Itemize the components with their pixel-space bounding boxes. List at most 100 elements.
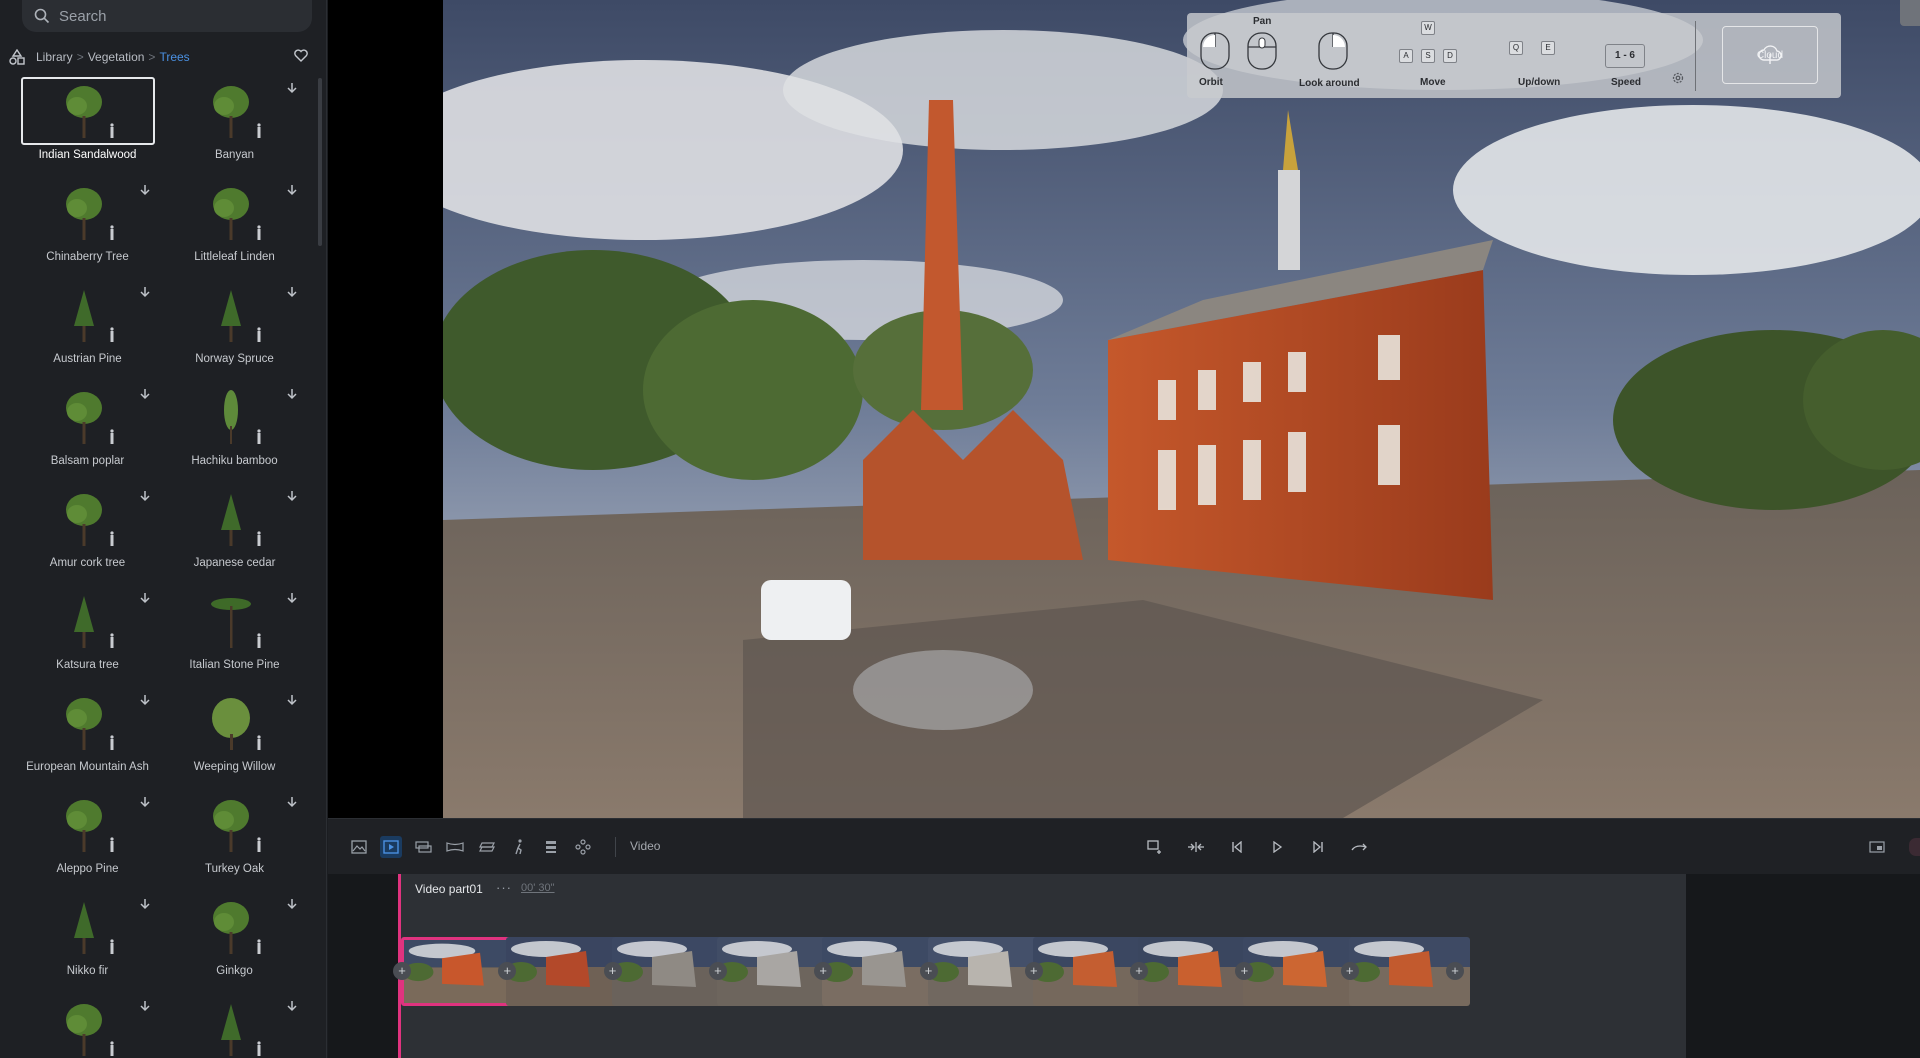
- asset-thumbnail[interactable]: [168, 995, 302, 1058]
- image-mode-button[interactable]: [348, 836, 370, 858]
- settings-gear-icon[interactable]: [1671, 71, 1685, 85]
- download-icon[interactable]: [286, 897, 298, 915]
- download-icon[interactable]: [139, 795, 151, 813]
- asset-thumbnail[interactable]: [21, 485, 155, 553]
- animation-mode-button[interactable]: [412, 836, 434, 858]
- stack-mode-button[interactable]: [476, 836, 498, 858]
- video-mode-button[interactable]: [380, 836, 402, 858]
- skip-back-button[interactable]: [1226, 836, 1248, 858]
- speed-value[interactable]: 1 - 6: [1605, 44, 1645, 68]
- asset-thumbnail[interactable]: [21, 281, 155, 349]
- asset-item[interactable]: Turkey Oak: [165, 791, 304, 893]
- asset-item[interactable]: Littleleaf Linden: [165, 179, 304, 281]
- download-icon[interactable]: [286, 999, 298, 1017]
- asset-item[interactable]: Japanese cedar: [165, 485, 304, 587]
- asset-thumbnail[interactable]: [168, 893, 302, 961]
- clip-duration[interactable]: 00' 30": [521, 882, 555, 894]
- download-icon[interactable]: [139, 183, 151, 201]
- library-icon[interactable]: [8, 49, 26, 65]
- asset-thumbnail[interactable]: [20, 77, 155, 145]
- record-button[interactable]: [1909, 838, 1920, 856]
- asset-item[interactable]: Ginkgo: [165, 893, 304, 995]
- asset-thumbnail[interactable]: [168, 179, 302, 247]
- 3d-viewport[interactable]: Orbit Pan Look around W A S D Move Q E U…: [328, 0, 1920, 818]
- asset-item[interactable]: Austrian Pine: [18, 281, 157, 383]
- asset-item[interactable]: Aleppo Pine: [18, 791, 157, 893]
- download-icon[interactable]: [286, 183, 298, 201]
- asset-thumbnail[interactable]: [21, 791, 155, 859]
- panorama-mode-button[interactable]: [444, 836, 466, 858]
- clip-more-menu[interactable]: ···: [496, 880, 512, 895]
- download-icon[interactable]: [139, 897, 151, 915]
- search-input[interactable]: [59, 7, 279, 25]
- asset-thumbnail[interactable]: [168, 689, 302, 757]
- download-icon[interactable]: [286, 591, 298, 609]
- breadcrumb-vegetation[interactable]: Vegetation: [88, 50, 145, 64]
- add-keyframe-button[interactable]: +: [393, 962, 411, 980]
- add-keyframe-button[interactable]: +: [919, 962, 938, 980]
- download-icon[interactable]: [139, 591, 151, 609]
- download-icon[interactable]: [286, 387, 298, 405]
- download-icon[interactable]: [286, 489, 298, 507]
- download-icon[interactable]: [286, 795, 298, 813]
- download-icon[interactable]: [139, 489, 151, 507]
- asset-item[interactable]: Amur cork tree: [18, 485, 157, 587]
- asset-thumbnail[interactable]: [168, 383, 302, 451]
- asset-thumbnail[interactable]: [21, 689, 155, 757]
- asset-thumbnail[interactable]: [168, 485, 302, 553]
- asset-item[interactable]: [165, 995, 304, 1058]
- picture-in-picture-button[interactable]: [1866, 836, 1888, 858]
- loop-button[interactable]: [1349, 836, 1371, 858]
- play-button[interactable]: [1266, 836, 1288, 858]
- asset-thumbnail[interactable]: [21, 587, 155, 655]
- asset-thumbnail[interactable]: [21, 179, 155, 247]
- asset-thumbnail[interactable]: [168, 281, 302, 349]
- add-keyframe-button[interactable]: +: [1340, 962, 1359, 980]
- add-keyframe-button[interactable]: +: [1024, 962, 1043, 980]
- add-camera-button[interactable]: [1144, 836, 1166, 858]
- clip-title[interactable]: Video part01: [415, 882, 483, 896]
- add-keyframe-button[interactable]: +: [603, 962, 622, 980]
- network-mode-button[interactable]: [572, 836, 594, 858]
- asset-item[interactable]: Norway Spruce: [165, 281, 304, 383]
- asset-item[interactable]: Balsam poplar: [18, 383, 157, 485]
- search-box[interactable]: [22, 0, 312, 32]
- list-mode-button[interactable]: [540, 836, 562, 858]
- asset-thumbnail[interactable]: [21, 893, 155, 961]
- asset-item[interactable]: Weeping Willow: [165, 689, 304, 791]
- download-icon[interactable]: [139, 999, 151, 1017]
- breadcrumb-library[interactable]: Library: [36, 50, 73, 64]
- download-icon[interactable]: [286, 81, 298, 99]
- download-icon[interactable]: [286, 693, 298, 711]
- favorite-heart-icon[interactable]: [294, 49, 308, 62]
- download-icon[interactable]: [286, 285, 298, 303]
- asset-item[interactable]: Nikko fir: [18, 893, 157, 995]
- skip-forward-button[interactable]: [1307, 836, 1329, 858]
- asset-item[interactable]: Katsura tree: [18, 587, 157, 689]
- asset-item[interactable]: Italian Stone Pine: [165, 587, 304, 689]
- add-keyframe-button[interactable]: +: [1446, 962, 1464, 980]
- character-mode-button[interactable]: [508, 836, 530, 858]
- download-icon[interactable]: [139, 693, 151, 711]
- download-icon[interactable]: [139, 285, 151, 303]
- asset-item[interactable]: Hachiku bamboo: [165, 383, 304, 485]
- merge-button[interactable]: [1185, 836, 1207, 858]
- cloud-button[interactable]: Cloud: [1722, 26, 1818, 84]
- asset-item[interactable]: Indian Sandalwood: [18, 77, 157, 179]
- scene-render[interactable]: [443, 0, 1920, 818]
- asset-item[interactable]: [18, 995, 157, 1058]
- asset-item[interactable]: Chinaberry Tree: [18, 179, 157, 281]
- download-icon[interactable]: [139, 387, 151, 405]
- add-keyframe-button[interactable]: +: [1130, 962, 1149, 980]
- add-keyframe-button[interactable]: +: [708, 962, 727, 980]
- asset-item[interactable]: European Mountain Ash: [18, 689, 157, 791]
- asset-thumbnail[interactable]: [21, 995, 155, 1058]
- asset-item[interactable]: Banyan: [165, 77, 304, 179]
- asset-thumbnail[interactable]: [168, 791, 302, 859]
- asset-thumbnail[interactable]: [168, 77, 302, 145]
- panel-toggle-button[interactable]: [1900, 0, 1920, 26]
- asset-thumbnail[interactable]: [168, 587, 302, 655]
- sidebar-scrollbar[interactable]: [318, 78, 322, 246]
- asset-thumbnail[interactable]: [21, 383, 155, 451]
- breadcrumb-trees[interactable]: Trees: [159, 50, 189, 64]
